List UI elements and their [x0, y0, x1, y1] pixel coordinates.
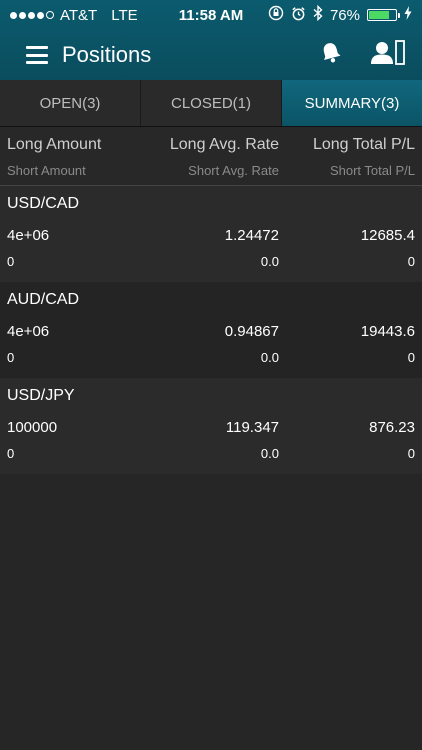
short-avg-rate: 0.0	[260, 254, 279, 269]
bell-icon[interactable]	[320, 41, 342, 70]
currency-pair: USD/CAD	[7, 195, 80, 212]
header-long-total-pl: Long Total P/L	[312, 136, 415, 153]
bluetooth-icon	[313, 4, 323, 25]
short-amount: 0	[7, 350, 15, 365]
nav-bar: Positions	[0, 30, 422, 80]
header-long-avg-rate: Long Avg. Rate	[169, 136, 279, 153]
short-total-pl: 0	[407, 254, 415, 269]
long-avg-rate: 1.24472	[224, 227, 279, 244]
header-short-total-pl: Short Total P/L	[329, 163, 415, 178]
long-amount: 100000	[7, 419, 58, 436]
long-total-pl: 876.23	[369, 419, 415, 436]
long-avg-rate: 0.94867	[224, 323, 279, 340]
column-headers: Long Amount Long Avg. Rate Long Total P/…	[0, 127, 422, 186]
short-total-pl: 0	[407, 446, 415, 461]
empty-area	[0, 474, 422, 739]
status-bar: AT&T LTE 11:58 AM 76%	[0, 0, 422, 30]
long-total-pl: 12685.4	[360, 227, 415, 244]
long-total-pl: 19443.6	[360, 323, 415, 340]
tab-closed[interactable]: CLOSED(1)	[141, 80, 282, 126]
long-amount: 4e+06	[7, 227, 50, 244]
short-amount: 0	[7, 254, 15, 269]
position-row-usd-jpy[interactable]: USD/JPY 100000 119.347 876.23 0 0.0 0	[0, 378, 422, 474]
battery-icon	[367, 9, 400, 21]
position-row-usd-cad[interactable]: USD/CAD 4e+06 1.24472 12685.4 0 0.0 0	[0, 186, 422, 282]
long-avg-rate: 119.347	[225, 419, 279, 436]
tab-summary[interactable]: SUMMARY(3)	[282, 80, 422, 126]
charging-icon	[404, 6, 412, 24]
short-amount: 0	[7, 446, 15, 461]
alarm-icon	[291, 6, 306, 25]
menu-icon[interactable]	[26, 46, 48, 64]
battery-percent: 76%	[329, 6, 360, 24]
currency-pair: USD/JPY	[7, 387, 75, 404]
signal-strength-icon	[10, 11, 54, 19]
account-icon[interactable]	[370, 39, 406, 71]
position-row-aud-cad[interactable]: AUD/CAD 4e+06 0.94867 19443.6 0 0.0 0	[0, 282, 422, 378]
position-tabs: OPEN(3) CLOSED(1) SUMMARY(3)	[0, 80, 422, 127]
carrier-label: AT&T	[60, 6, 98, 24]
long-amount: 4e+06	[7, 323, 50, 340]
header-short-avg-rate: Short Avg. Rate	[188, 163, 279, 178]
header-short-amount: Short Amount	[7, 163, 86, 178]
header-long-amount: Long Amount	[7, 136, 102, 153]
network-label: LTE	[111, 6, 138, 24]
short-avg-rate: 0.0	[260, 350, 279, 365]
currency-pair: AUD/CAD	[7, 291, 80, 308]
app-header: AT&T LTE 11:58 AM 76% Positions	[0, 0, 422, 80]
page-title: Positions	[62, 42, 152, 67]
tab-open[interactable]: OPEN(3)	[0, 80, 141, 126]
battery-level	[369, 11, 389, 19]
short-avg-rate: 0.0	[260, 446, 279, 461]
orientation-lock-icon	[268, 5, 284, 25]
short-total-pl: 0	[407, 350, 415, 365]
